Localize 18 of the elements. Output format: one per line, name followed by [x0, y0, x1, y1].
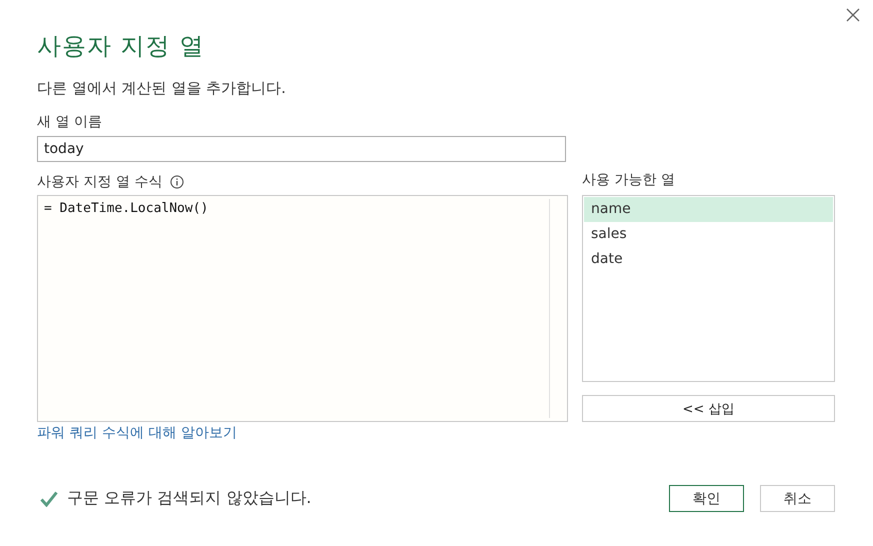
column-item[interactable]: date [584, 247, 833, 272]
formula-text: = DateTime.LocalNow() [43, 200, 210, 218]
status-message: 구문 오류가 검색되지 않았습니다. [67, 488, 312, 509]
dialog-title: 사용자 지정 열 [37, 31, 206, 62]
column-item[interactable]: name [584, 197, 833, 222]
column-item[interactable]: sales [584, 222, 833, 247]
field-label: 새 열 이름 [37, 113, 103, 132]
info-icon[interactable] [170, 175, 184, 189]
close-icon[interactable] [846, 8, 860, 22]
cancel-button[interactable]: 취소 [760, 485, 835, 512]
list-label: 사용 가능한 열 [582, 171, 676, 190]
ok-button[interactable]: 확인 [669, 485, 744, 512]
dialog-description: 다른 열에서 계산된 열을 추가합니다. [37, 79, 287, 99]
formula-editor[interactable]: = DateTime.LocalNow() [37, 195, 568, 422]
insert-button[interactable]: << 삽입 [582, 395, 835, 422]
field-label: 사용자 지정 열 수식 [37, 173, 162, 191]
learn-link[interactable]: 파워 쿼리 수식에 대해 알아보기 [37, 424, 237, 442]
column-name-field[interactable]: today [37, 136, 566, 162]
